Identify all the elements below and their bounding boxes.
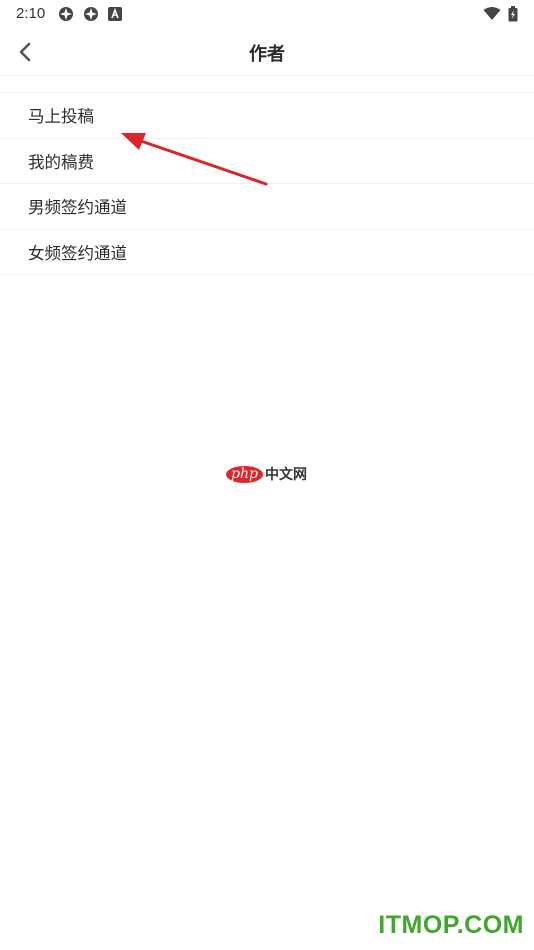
watermark-logo-text: 中文网	[264, 467, 307, 483]
wifi-icon	[483, 7, 501, 20]
menu-item-royalties[interactable]: 我的稿费	[0, 139, 534, 184]
menu-item-label: 马上投稿	[28, 107, 94, 127]
menu-item-label: 男频签约通道	[28, 198, 127, 218]
menu-item-female-signing[interactable]: 女频签约通道	[0, 230, 534, 275]
menu-list: 马上投稿 我的稿费 男频签约通道 女频签约通道	[0, 93, 534, 275]
a-notification-icon	[108, 7, 122, 21]
page-title: 作者	[249, 44, 285, 65]
battery-charging-icon	[508, 6, 518, 22]
watermark-logo-mark: php	[226, 465, 263, 483]
app-notification-icon	[84, 7, 98, 21]
menu-item-label: 我的稿费	[28, 152, 94, 172]
status-time: 2:10	[16, 5, 46, 22]
menu-item-submit[interactable]: 马上投稿	[0, 93, 534, 139]
menu-item-male-signing[interactable]: 男频签约通道	[0, 184, 534, 230]
app-bar: 作者	[0, 28, 534, 76]
app-notification-icon	[59, 7, 73, 21]
section-divider	[0, 77, 534, 93]
watermark-logo: php 中文网	[226, 463, 307, 485]
watermark-corner: ITMOP.COM	[378, 911, 524, 939]
menu-item-label: 女频签约通道	[28, 243, 127, 263]
status-bar: 2:10	[0, 0, 534, 28]
